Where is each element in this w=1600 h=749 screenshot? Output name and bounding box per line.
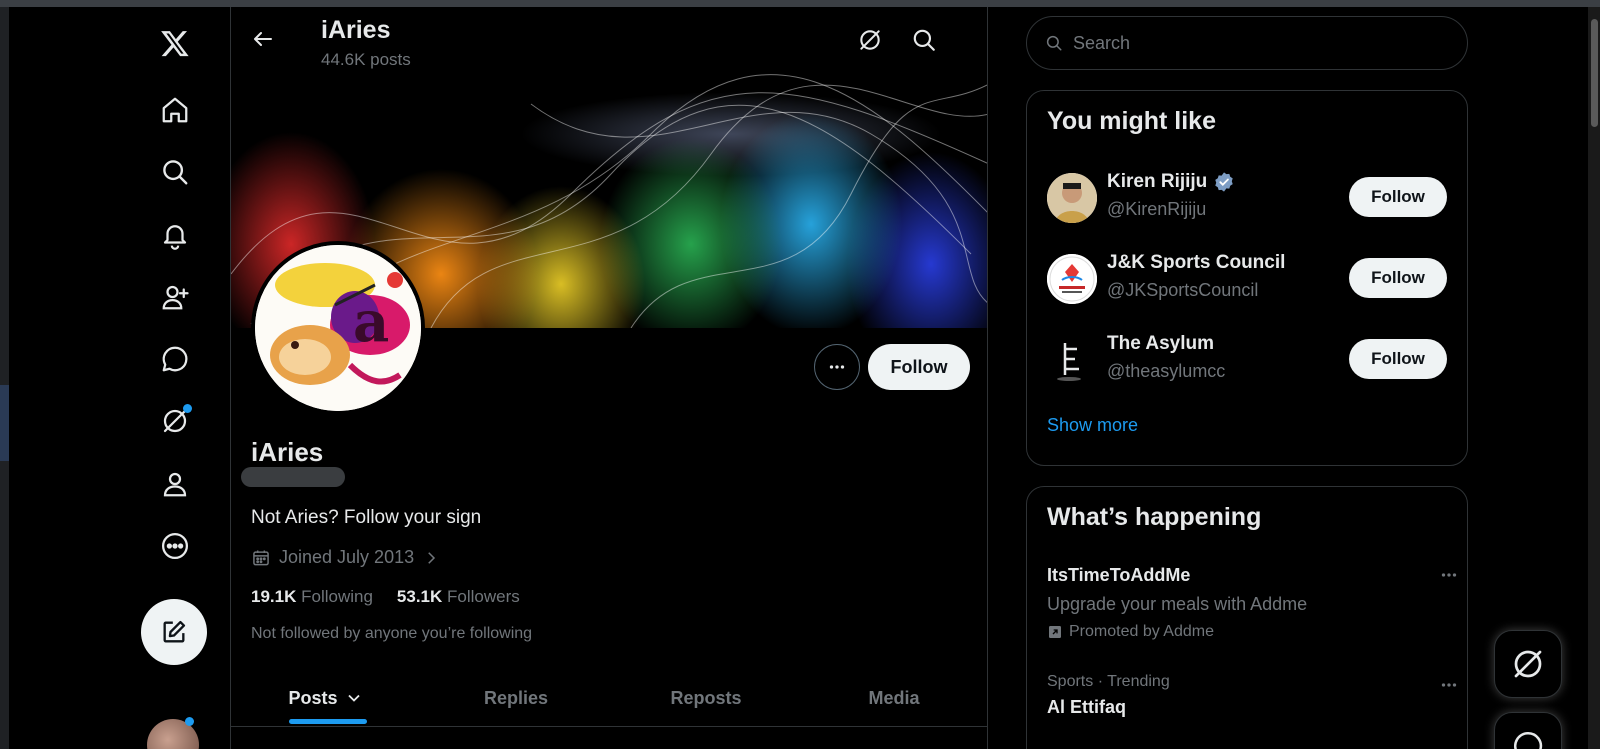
who-to-follow-title: You might like (1047, 107, 1216, 135)
page-scrollbar[interactable] (1588, 7, 1600, 749)
trend-more-button[interactable] (1437, 675, 1461, 695)
whats-happening-title: What’s happening (1047, 503, 1262, 531)
grok-icon[interactable] (853, 23, 887, 57)
follow-icon[interactable] (140, 269, 210, 325)
user-avatar (1047, 254, 1097, 304)
profile-header-bar: iAries 44.6K posts (231, 7, 987, 74)
trend-title: ItsTimeToAddMe (1047, 565, 1191, 585)
grok-icon (1514, 650, 1542, 678)
x-logo-icon[interactable] (140, 15, 210, 71)
messages-icon (1513, 731, 1543, 749)
profile-icon[interactable] (140, 456, 210, 512)
following-count: 19.1K (251, 587, 297, 606)
user-name: J&K Sports Council (1107, 252, 1286, 273)
search-bar[interactable] (1026, 16, 1468, 70)
show-more-link[interactable]: Show more (1047, 415, 1138, 436)
arrow-left-icon (254, 32, 272, 46)
search-icon (1046, 35, 1062, 51)
grok-icon[interactable] (140, 393, 210, 449)
chevron-down-icon (347, 694, 360, 702)
compose-button[interactable] (141, 599, 207, 665)
compose-icon (163, 620, 186, 643)
suggested-user[interactable]: The Asylum @theasylumcc Follow (1027, 325, 1467, 405)
follow-button[interactable]: Follow (868, 344, 970, 390)
trend-item[interactable]: ItsTimeToAddMe Upgrade your meals with A… (1047, 565, 1457, 640)
more-horizontal-icon (1441, 683, 1457, 687)
profile-bio: Not Aries? Follow your sign (251, 507, 482, 528)
account-avatar[interactable] (147, 717, 199, 749)
follow-button[interactable]: Follow (1349, 177, 1447, 217)
followers-label: Followers (447, 587, 520, 606)
profile-handle-redacted (241, 467, 345, 487)
who-to-follow-card: You might like Kiren Rijiju @KirenRijiju… (1026, 90, 1468, 466)
followers-link[interactable]: 53.1K Followers (397, 587, 520, 607)
grok-float-button[interactable] (1494, 630, 1562, 698)
follow-button[interactable]: Follow (1349, 258, 1447, 298)
suggested-user[interactable]: Kiren Rijiju @KirenRijiju Follow (1027, 163, 1467, 243)
trend-title: Al Ettifaq (1047, 697, 1126, 717)
user-avatar (1047, 335, 1097, 385)
verified-badge-icon (1215, 172, 1234, 192)
messages-float-button[interactable] (1494, 712, 1562, 749)
user-avatar (1047, 173, 1097, 223)
tab-media[interactable]: Media (819, 669, 969, 727)
whats-happening-card: What’s happening ItsTimeToAddMe Upgrade … (1026, 486, 1468, 749)
header-posts-count: 44.6K posts (321, 50, 411, 69)
scrollbar-thumb[interactable] (1591, 19, 1598, 127)
promoted-icon (1049, 626, 1061, 638)
chevron-right-icon (428, 551, 436, 564)
home-icon[interactable] (140, 82, 210, 138)
trend-subtitle: Upgrade your meals with Addme (1047, 594, 1308, 614)
explore-icon[interactable] (140, 144, 210, 200)
user-handle: @JKSportsCouncil (1107, 280, 1259, 300)
more-horizontal-icon (1441, 573, 1457, 577)
notifications-icon[interactable] (140, 207, 210, 263)
suggested-user[interactable]: J&K Sports Council @JKSportsCouncil Foll… (1027, 244, 1467, 324)
primary-nav (140, 7, 210, 749)
grok-notification-dot (183, 404, 192, 413)
not-followed-notice: Not followed by anyone you’re following (251, 625, 533, 642)
joined-text: Joined July 2013 (279, 547, 415, 567)
search-icon[interactable] (907, 23, 941, 57)
messages-icon[interactable] (140, 331, 210, 387)
window-left-edge (0, 7, 9, 749)
trend-context: Sports · Trending (1047, 673, 1170, 690)
trend-more-button[interactable] (1437, 565, 1461, 585)
user-handle: @theasylumcc (1107, 361, 1226, 381)
svg-text:a: a (353, 289, 389, 355)
profile-more-button[interactable] (814, 344, 860, 390)
following-label: Following (301, 587, 373, 606)
user-handle: @KirenRijiju (1107, 199, 1207, 219)
back-button[interactable] (245, 21, 281, 57)
profile-avatar[interactable]: a (251, 241, 425, 415)
following-link[interactable]: 19.1K Following (251, 587, 373, 607)
profile-stats: 19.1K Following 53.1K Followers (251, 587, 520, 607)
more-icon[interactable] (140, 518, 210, 574)
more-horizontal-icon (829, 365, 845, 369)
calendar-icon (253, 550, 269, 565)
active-tab-indicator (289, 719, 367, 724)
window-top-strip (0, 0, 1600, 7)
header-name: iAries (321, 16, 391, 44)
user-name: The Asylum (1107, 333, 1214, 354)
tab-reposts[interactable]: Reposts (631, 669, 781, 727)
promoted-line: Promoted by Addme (1047, 623, 1447, 641)
trend-item[interactable]: Sports · Trending Al Ettifaq (1047, 673, 1457, 723)
follow-button[interactable]: Follow (1349, 339, 1447, 379)
account-notification-dot (185, 717, 194, 726)
search-input[interactable] (1073, 32, 1453, 54)
profile-column: iAries 44.6K posts a Follow iAries Not A… (230, 7, 988, 749)
followers-count: 53.1K (396, 587, 443, 606)
tab-replies[interactable]: Replies (441, 669, 591, 727)
user-name: Kiren Rijiju (1107, 171, 1208, 192)
profile-joined[interactable]: Joined July 2013 (251, 547, 440, 568)
profile-name: iAries (251, 437, 324, 467)
